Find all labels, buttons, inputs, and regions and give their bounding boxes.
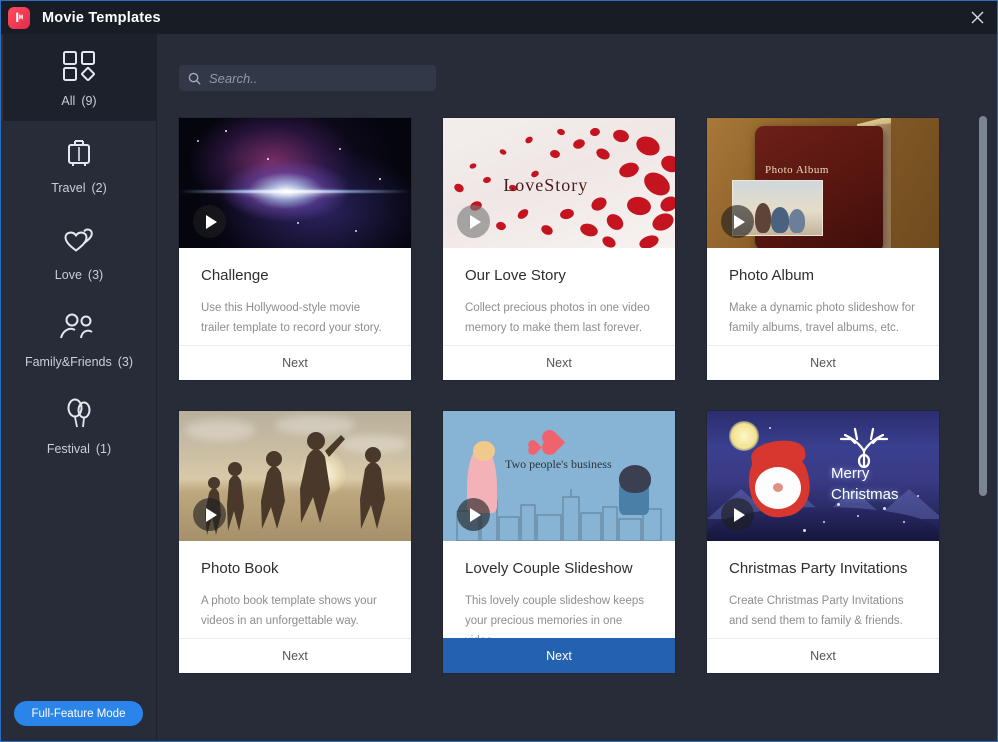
sidebar: All (9) Travel (2) Love (3) Family&Frien… [1, 34, 157, 741]
star [339, 148, 341, 150]
sidebar-label-text: All [61, 94, 76, 108]
title-bar: Movie Templates [1, 1, 997, 34]
balloons-icon [62, 395, 96, 433]
sidebar-count-text: (3) [87, 268, 104, 282]
next-button[interactable]: Next [707, 345, 939, 380]
template-thumbnail[interactable] [179, 411, 411, 541]
template-description: Create Christmas Party Invitations and s… [729, 595, 904, 627]
full-feature-mode-button[interactable]: Full-Feature Mode [14, 701, 143, 726]
template-description: Collect precious photos in one video mem… [465, 302, 650, 334]
play-icon[interactable] [193, 498, 226, 531]
template-info: Lovely Couple Slideshow This lovely coup… [443, 541, 675, 647]
sidebar-item-festival[interactable]: Festival (1) [1, 382, 157, 469]
template-info: Photo Book A photo book template shows y… [179, 541, 411, 638]
template-info: Our Love Story Collect precious photos i… [443, 248, 675, 345]
play-icon[interactable] [721, 498, 754, 531]
people-icon [59, 308, 99, 346]
template-card-challenge[interactable]: Challenge Use this Hollywood-style movie… [179, 118, 411, 380]
play-icon[interactable] [457, 498, 490, 531]
template-thumbnail[interactable]: Two people's business [443, 411, 675, 541]
sidebar-label-text: Travel [51, 181, 86, 195]
sidebar-item-travel[interactable]: Travel (2) [1, 121, 157, 208]
template-info: Photo Album Make a dynamic photo slidesh… [707, 248, 939, 345]
play-icon[interactable] [457, 205, 490, 238]
template-description: Make a dynamic photo slideshow for famil… [729, 302, 916, 334]
template-card-our-love-story[interactable]: LoveStory Our Love Story Collect preciou… [443, 118, 675, 380]
star [197, 140, 199, 142]
santa-nose [773, 483, 783, 492]
sidebar-label-text: Festival [46, 442, 90, 456]
content-scrollbar-thumb[interactable] [979, 116, 987, 496]
heart-icon [538, 426, 566, 459]
templates-content-area: Challenge Use this Hollywood-style movie… [158, 34, 997, 741]
heart-icon [525, 437, 542, 458]
sidebar-item-family-friends[interactable]: Family&Friends (3) [1, 295, 157, 382]
sidebar-count-text: (3) [117, 355, 134, 369]
template-info: Challenge Use this Hollywood-style movie… [179, 248, 411, 345]
content-scrollbar-track[interactable] [979, 116, 987, 741]
sidebar-item-all[interactable]: All (9) [1, 34, 157, 121]
template-card-photo-book[interactable]: Photo Book A photo book template shows y… [179, 411, 411, 673]
next-button[interactable]: Next [179, 345, 411, 380]
sidebar-item-festival-label: Festival (1) [47, 442, 111, 456]
app-logo-icon [8, 6, 30, 29]
template-title: Challenge [201, 267, 269, 284]
close-icon[interactable] [955, 1, 997, 34]
star [267, 158, 269, 160]
lens-flare-core [230, 187, 351, 197]
sidebar-item-travel-label: Travel (2) [51, 181, 107, 195]
thumbnail-caption: Two people's business [505, 457, 612, 471]
template-thumbnail[interactable]: LoveStory [443, 118, 675, 248]
sidebar-count-text: (2) [91, 181, 107, 195]
next-button[interactable]: Next [443, 638, 675, 673]
template-title: Our Love Story [465, 267, 566, 284]
template-description: A photo book template shows your videos … [201, 595, 377, 627]
template-description: Use this Hollywood-style movie trailer t… [201, 302, 382, 334]
star [225, 130, 227, 132]
sidebar-item-love-label: Love (3) [55, 268, 103, 282]
search-input[interactable] [209, 70, 436, 86]
template-title: Christmas Party Invitations [729, 560, 908, 577]
sidebar-label-text: Love [54, 268, 82, 282]
template-title: Photo Book [201, 560, 279, 577]
next-button[interactable]: Next [443, 345, 675, 380]
sidebar-label-text: Family&Friends [24, 355, 112, 369]
sidebar-count-text: (9) [81, 94, 97, 108]
thumbnail-caption: Merry Christmas [831, 465, 899, 503]
grid-icon [62, 47, 96, 85]
star [379, 178, 381, 180]
sidebar-item-all-label: All (9) [61, 94, 96, 108]
sidebar-item-family-friends-label: Family&Friends (3) [25, 355, 133, 369]
movie-templates-window: Movie Templates All (9) Travel (2) Love … [0, 0, 998, 742]
moon-icon [729, 421, 759, 451]
template-title: Photo Album [729, 267, 815, 284]
star [355, 230, 357, 232]
template-title: Lovely Couple Slideshow [465, 560, 633, 577]
hearts-icon [61, 221, 97, 259]
girl-head [473, 441, 495, 461]
play-icon[interactable] [193, 205, 226, 238]
star [297, 222, 299, 224]
templates-grid: Challenge Use this Hollywood-style movie… [179, 118, 969, 673]
template-card-lovely-couple-slideshow[interactable]: Two people's business Lovely Couple Slid… [443, 411, 675, 673]
next-button[interactable]: Next [179, 638, 411, 673]
template-card-christmas-party-invitations[interactable]: Merry Christmas Christmas Party Invitati… [707, 411, 939, 673]
play-icon[interactable] [721, 205, 754, 238]
suitcase-icon [63, 134, 95, 172]
template-thumbnail[interactable]: Merry Christmas [707, 411, 939, 541]
search-icon [188, 72, 201, 85]
thumbnail-caption: LoveStory [503, 175, 589, 196]
template-card-photo-album[interactable]: Photo Album Photo Album Make a dynamic p… [707, 118, 939, 380]
window-title: Movie Templates [42, 9, 161, 26]
template-thumbnail[interactable]: Photo Album [707, 118, 939, 248]
boy-head [619, 465, 651, 493]
sidebar-item-love[interactable]: Love (3) [1, 208, 157, 295]
next-button[interactable]: Next [707, 638, 939, 673]
thumbnail-caption: Photo Album [765, 164, 829, 176]
sidebar-count-text: (1) [95, 442, 112, 456]
template-thumbnail[interactable] [179, 118, 411, 248]
search-bar[interactable] [179, 65, 436, 91]
template-info: Christmas Party Invitations Create Chris… [707, 541, 939, 638]
